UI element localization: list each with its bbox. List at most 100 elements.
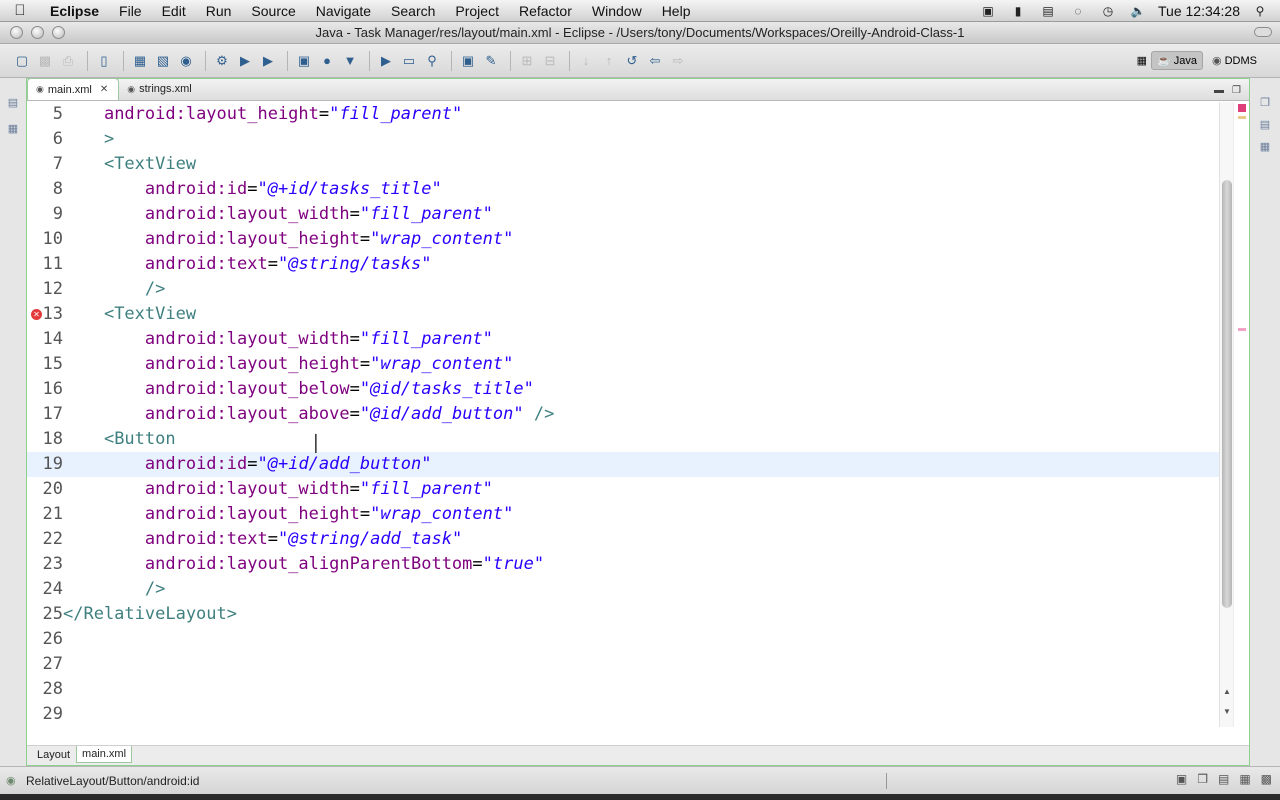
menu-run[interactable]: Run — [196, 0, 242, 22]
menubar-clock[interactable]: Tue 12:34:28 — [1158, 3, 1240, 19]
scrollbar-thumb[interactable] — [1222, 180, 1232, 608]
close-window-button[interactable] — [10, 26, 23, 39]
open-folder-icon[interactable]: ▭ — [399, 51, 419, 71]
code-line[interactable]: 24 /> — [27, 577, 1219, 602]
toggle-block-selection-icon[interactable]: ✎ — [481, 51, 501, 71]
menu-help[interactable]: Help — [652, 0, 701, 22]
open-perspective-icon[interactable]: ▦ — [1137, 54, 1147, 67]
fast-view-icon[interactable]: ▣ — [1176, 772, 1187, 786]
error-summary-marker[interactable] — [1238, 104, 1246, 112]
scroll-up-arrow-icon[interactable]: ▲ — [1220, 687, 1234, 696]
code-line[interactable]: ✕ 13 <TextView — [27, 302, 1219, 327]
perspective-ddms[interactable]: ◉ DDMS — [1207, 52, 1262, 69]
app-menu[interactable]: Eclipse — [40, 0, 109, 22]
android-sdk-manager-icon[interactable]: ◉ — [176, 51, 196, 71]
new-android-test-icon[interactable]: ▧ — [153, 51, 173, 71]
menu-search[interactable]: Search — [381, 0, 445, 22]
code-line[interactable]: 11 android:text="@string/tasks" — [27, 252, 1219, 277]
maximize-editor-icon[interactable]: ❐ — [1232, 85, 1241, 96]
tab-layout[interactable]: Layout — [31, 746, 76, 764]
code-line[interactable]: 27 — [27, 652, 1219, 677]
minimize-editor-icon[interactable]: ▬ — [1214, 85, 1224, 96]
run-icon[interactable]: ▶ — [235, 51, 255, 71]
code-line[interactable]: 18 <Button — [27, 427, 1219, 452]
menu-source[interactable]: Source — [241, 0, 305, 22]
minimized-view-icon[interactable]: ❐ — [1197, 772, 1208, 786]
minimize-window-button[interactable] — [31, 26, 44, 39]
code-line[interactable]: 7 <TextView — [27, 152, 1219, 177]
perspective-java[interactable]: ☕ Java — [1151, 51, 1203, 70]
new-java-package-icon[interactable]: ▣ — [294, 51, 314, 71]
hierarchy-icon[interactable]: ▦ — [6, 122, 20, 136]
tab-main-xml[interactable]: ◉ main.xml ✕ — [27, 78, 120, 100]
display-icon[interactable]: ▤ — [1038, 4, 1058, 18]
open-type-icon[interactable]: ▶ — [376, 51, 396, 71]
restore-package-explorer-icon[interactable]: ▤ — [6, 96, 20, 110]
console-view-icon[interactable]: ▦ — [1239, 772, 1250, 786]
save-icon[interactable]: ▩ — [35, 51, 55, 71]
code-line[interactable]: 26 — [27, 627, 1219, 652]
code-line[interactable]: 20 android:layout_width="fill_parent" — [27, 477, 1219, 502]
android-device-icon[interactable]: ▯ — [94, 51, 114, 71]
scroll-down-arrow-icon[interactable]: ▼ — [1220, 707, 1234, 716]
menu-window[interactable]: Window — [582, 0, 652, 22]
code-line[interactable]: 28 — [27, 677, 1219, 702]
tab-strings-xml[interactable]: ◉ strings.xml — [119, 78, 201, 100]
restore-view-icon[interactable]: ❐ — [1258, 96, 1272, 110]
apple-menu-icon[interactable]:  — [0, 2, 40, 19]
toolbar-toggle-button[interactable] — [1254, 27, 1272, 37]
code-line[interactable]: 8 android:id="@+id/tasks_title" — [27, 177, 1219, 202]
debug-icon[interactable]: ⚙ — [212, 51, 232, 71]
code-line[interactable]: 17 android:layout_above="@id/add_button"… — [27, 402, 1219, 427]
expand-all-icon[interactable]: ⊞ — [517, 51, 537, 71]
code-line[interactable]: 21 android:layout_height="wrap_content" — [27, 502, 1219, 527]
new-java-class-icon[interactable]: ● — [317, 51, 337, 71]
error-location-marker[interactable] — [1238, 328, 1246, 331]
new-icon[interactable]: ▢ — [12, 51, 32, 71]
logcat-view-icon[interactable]: ▩ — [1261, 772, 1272, 786]
close-tab-icon[interactable]: ✕ — [100, 84, 108, 95]
spotlight-search-icon[interactable]: ⚲ — [1250, 4, 1270, 18]
zoom-window-button[interactable] — [52, 26, 65, 39]
badge-8-icon[interactable]: ▮ — [1008, 4, 1028, 18]
code-line[interactable]: 10 android:layout_height="wrap_content" — [27, 227, 1219, 252]
forward-icon[interactable]: ⇨ — [668, 51, 688, 71]
menu-edit[interactable]: Edit — [152, 0, 196, 22]
print-icon[interactable]: ⎙ — [58, 51, 78, 71]
tab-main-xml-source[interactable]: main.xml — [76, 746, 133, 763]
back-icon[interactable]: ⇦ — [645, 51, 665, 71]
problems-view-icon[interactable]: ▤ — [1218, 772, 1229, 786]
new-class-dropdown-icon[interactable]: ▼ — [340, 51, 360, 71]
code-line[interactable]: 14 android:layout_width="fill_parent" — [27, 327, 1219, 352]
menu-refactor[interactable]: Refactor — [509, 0, 582, 22]
wifi-icon[interactable]: ◌ — [1068, 4, 1088, 18]
external-tools-icon[interactable]: ▶ — [258, 51, 278, 71]
code-line[interactable]: 9 android:layout_width="fill_parent" — [27, 202, 1219, 227]
warning-marker[interactable] — [1238, 116, 1246, 119]
menu-navigate[interactable]: Navigate — [306, 0, 381, 22]
task-list-icon[interactable]: ▦ — [1258, 140, 1272, 154]
toggle-mark-occurrences-icon[interactable]: ▣ — [458, 51, 478, 71]
code-line[interactable]: 6 > — [27, 127, 1219, 152]
next-annotation-icon[interactable]: ↓ — [576, 51, 596, 71]
code-line[interactable]: 25 </RelativeLayout> — [27, 602, 1219, 627]
previous-annotation-icon[interactable]: ↑ — [599, 51, 619, 71]
code-line[interactable]: 22 android:text="@string/add_task" — [27, 527, 1219, 552]
vertical-scrollbar[interactable]: ▲ ▼ — [1219, 102, 1233, 727]
new-android-project-icon[interactable]: ▦ — [130, 51, 150, 71]
code-line[interactable]: 19 android:id="@+id/add_button" — [27, 452, 1219, 477]
time-machine-icon[interactable]: ◷ — [1098, 4, 1118, 18]
code-editor[interactable]: 5 android:layout_height="fill_parent" 6 >… — [27, 102, 1219, 727]
volume-icon[interactable]: 🔈 — [1128, 4, 1148, 18]
code-line[interactable]: 12 /> — [27, 277, 1219, 302]
collapse-all-icon[interactable]: ⊟ — [540, 51, 560, 71]
code-line[interactable]: 15 android:layout_height="wrap_content" — [27, 352, 1219, 377]
code-line[interactable]: 16 android:layout_below="@id/tasks_title… — [27, 377, 1219, 402]
overview-ruler[interactable] — [1233, 102, 1249, 727]
last-edit-location-icon[interactable]: ↺ — [622, 51, 642, 71]
menu-file[interactable]: File — [109, 0, 152, 22]
code-line[interactable]: 29 — [27, 702, 1219, 727]
search-toolbar-icon[interactable]: ⚲ — [422, 51, 442, 71]
menu-project[interactable]: Project — [445, 0, 509, 22]
camera-icon[interactable]: ▣ — [978, 4, 998, 18]
